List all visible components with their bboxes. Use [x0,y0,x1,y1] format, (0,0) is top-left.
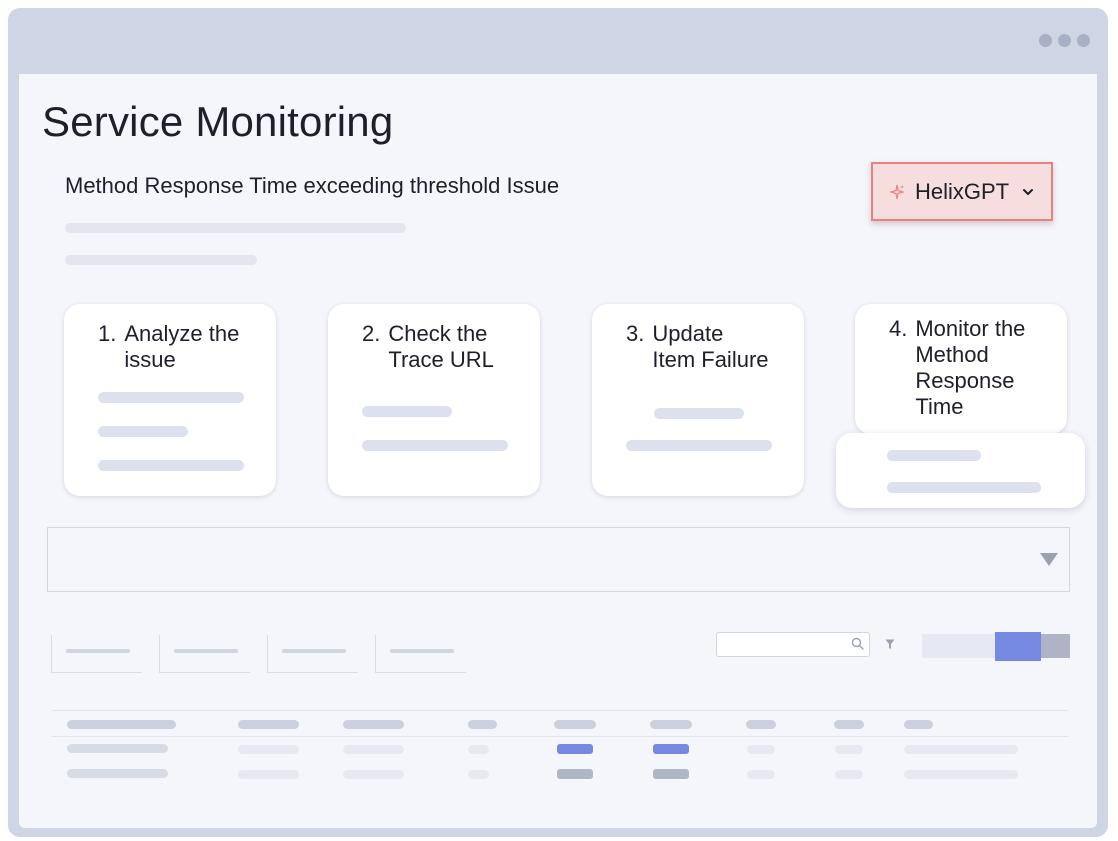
step-placeholder [887,482,1041,493]
step-card-update[interactable]: 3. Update Item Failure [592,304,804,496]
table-cell [835,745,863,754]
issue-description-placeholder [65,255,257,265]
tab-4[interactable] [375,635,466,673]
tab-label-placeholder [174,649,238,653]
tab-label-placeholder [282,649,346,653]
step-placeholder [98,426,188,437]
table-cell [343,745,404,754]
search-input[interactable] [716,632,870,657]
step-title: 2. Check the Trace URL [362,321,494,372]
table-cell [238,770,299,779]
step-placeholder [98,460,244,471]
caret-down-icon [1040,553,1058,566]
step-placeholder [626,440,772,451]
step-placeholder [362,440,508,451]
details-dropdown[interactable] [47,527,1070,592]
table-cell [904,745,1018,754]
table-cell [904,770,1018,779]
tab-label-placeholder [390,649,454,653]
step-placeholder [887,450,981,461]
step-placeholder [654,408,744,419]
view-toggle-active[interactable] [995,632,1041,661]
table-cell [653,769,689,779]
step-card-monitor[interactable]: 4. Monitor the Method Response Time [855,304,1067,434]
dot-icon [1039,34,1052,47]
table-cell [343,770,404,779]
main-content: Service Monitoring Method Response Time … [19,74,1097,828]
step-detail-popover [836,433,1085,508]
column-header[interactable] [834,720,864,729]
table-cell [747,770,775,779]
table-cell [835,770,863,779]
column-header[interactable] [554,720,596,729]
view-toggle-inactive[interactable] [1041,634,1070,658]
table-cell-highlight [557,744,593,754]
table-top-border [52,710,1068,711]
step-card-trace[interactable]: 2. Check the Trace URL [328,304,540,496]
app-window: Service Monitoring Method Response Time … [8,8,1108,837]
step-title: 1. Analyze the issue [98,321,240,372]
table-header-divider [52,736,1068,737]
tab-label-placeholder [66,649,130,653]
table-cell [468,745,489,754]
window-titlebar [8,8,1108,74]
tab-1[interactable] [51,635,142,673]
step-placeholder [362,406,452,417]
sparkle-icon [888,184,906,199]
table-cell [67,744,168,753]
table-cell-highlight [653,744,689,754]
search-icon [851,637,864,650]
page-title: Service Monitoring [42,98,394,145]
table-cell [557,769,593,779]
column-header[interactable] [468,720,497,729]
window-menu-dots[interactable] [1039,34,1090,47]
column-header[interactable] [343,720,404,729]
filter-icon[interactable] [885,639,895,650]
step-title: 3. Update Item Failure [626,321,769,372]
issue-description-placeholder [65,223,406,233]
table-cell [67,769,168,778]
column-header[interactable] [238,720,299,729]
step-card-analyze[interactable]: 1. Analyze the issue [64,304,276,496]
column-header[interactable] [650,720,692,729]
dot-icon [1077,34,1090,47]
helixgpt-label: HelixGPT [915,178,1010,204]
step-placeholder [98,392,244,403]
step-title: 4. Monitor the Method Response Time [889,316,1026,419]
table-cell [238,745,299,754]
issue-title: Method Response Time exceeding threshold… [65,173,560,198]
tab-2[interactable] [159,635,250,673]
column-header[interactable] [67,720,176,729]
tab-3[interactable] [267,635,358,673]
column-header[interactable] [904,720,933,729]
table-cell [747,745,775,754]
table-cell [468,770,489,779]
helixgpt-button[interactable]: HelixGPT [871,162,1053,221]
column-header[interactable] [746,720,776,729]
dot-icon [1058,34,1071,47]
chevron-down-icon [1023,188,1034,195]
